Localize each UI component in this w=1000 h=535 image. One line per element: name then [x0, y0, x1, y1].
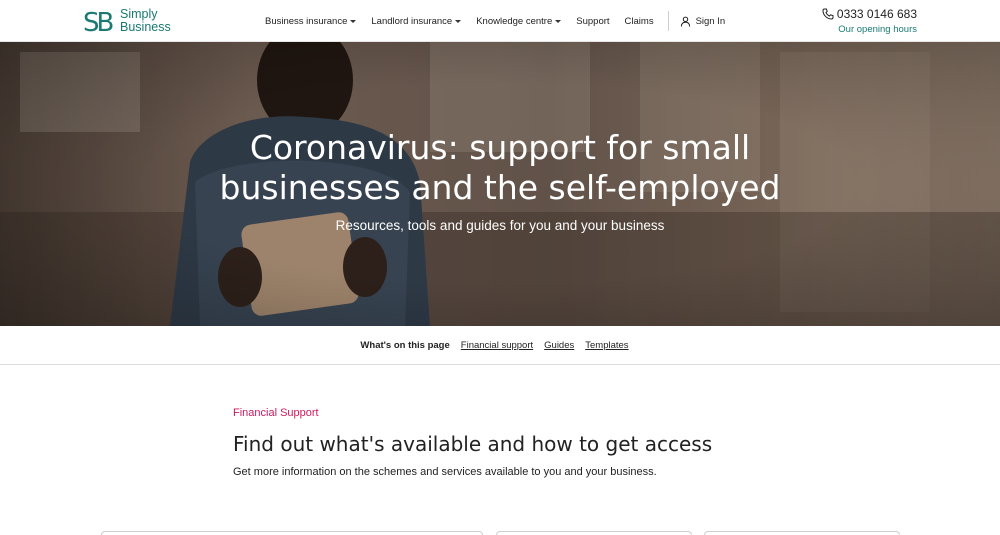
info-card[interactable]: [101, 531, 483, 535]
sign-in-link[interactable]: Sign In: [680, 15, 726, 27]
contact-block: 0333 0146 683 Our opening hours: [822, 7, 917, 35]
logo-wordmark: Simply Business: [120, 8, 171, 34]
main-nav: Business insurance Landlord insurance Kn…: [265, 0, 725, 42]
phone-link[interactable]: 0333 0146 683: [822, 7, 917, 21]
hero-subtitle: Resources, tools and guides for you and …: [335, 218, 665, 233]
nav-label: Business insurance: [265, 15, 348, 27]
section-title: Find out what's available and how to get…: [233, 432, 713, 456]
nav-label: Knowledge centre: [476, 15, 553, 27]
section-description: Get more information on the schemes and …: [233, 466, 657, 478]
jump-link-templates[interactable]: Templates: [585, 340, 628, 351]
chevron-down-icon: [455, 19, 462, 23]
site-header: SB Simply Business Business insurance La…: [0, 0, 1000, 42]
on-this-page-label: What's on this page: [360, 339, 450, 351]
nav-divider: [667, 11, 669, 31]
phone-icon: [822, 8, 834, 20]
on-this-page-nav: What's on this page Financial support Gu…: [0, 326, 1000, 365]
sign-in-label: Sign In: [695, 15, 726, 27]
chevron-down-icon: [350, 19, 357, 23]
nav-label: Claims: [624, 15, 654, 27]
sb-logo-mark: SB: [83, 8, 116, 35]
jump-link-guides[interactable]: Guides: [544, 340, 574, 351]
simply-business-logo[interactable]: SB Simply Business: [83, 7, 171, 36]
hero-title: Coronavirus: support for small businesse…: [0, 128, 1000, 208]
nav-claims[interactable]: Claims: [625, 16, 654, 27]
info-card[interactable]: [704, 531, 900, 535]
nav-support[interactable]: Support: [576, 16, 609, 27]
nav-knowledge-centre[interactable]: Knowledge centre: [476, 15, 562, 27]
opening-hours-link[interactable]: Our opening hours: [822, 24, 917, 35]
nav-label: Landlord insurance: [371, 15, 453, 27]
hero-title-line-2: businesses and the self-employed: [219, 168, 781, 207]
svg-text:SB: SB: [83, 8, 113, 35]
nav-business-insurance[interactable]: Business insurance: [265, 15, 357, 27]
jump-link-financial-support[interactable]: Financial support: [461, 340, 533, 351]
hero-title-line-1: Coronavirus: support for small: [249, 128, 751, 167]
section-eyebrow: Financial Support: [233, 407, 319, 419]
info-card[interactable]: [496, 531, 692, 535]
user-icon: [680, 16, 690, 27]
logo-line-2: Business: [120, 20, 171, 34]
nav-landlord-insurance[interactable]: Landlord insurance: [371, 15, 462, 27]
chevron-down-icon: [555, 19, 562, 23]
phone-number: 0333 0146 683: [836, 7, 917, 21]
hero-banner: Coronavirus: support for small businesse…: [0, 42, 1000, 326]
nav-label: Support: [576, 15, 610, 27]
